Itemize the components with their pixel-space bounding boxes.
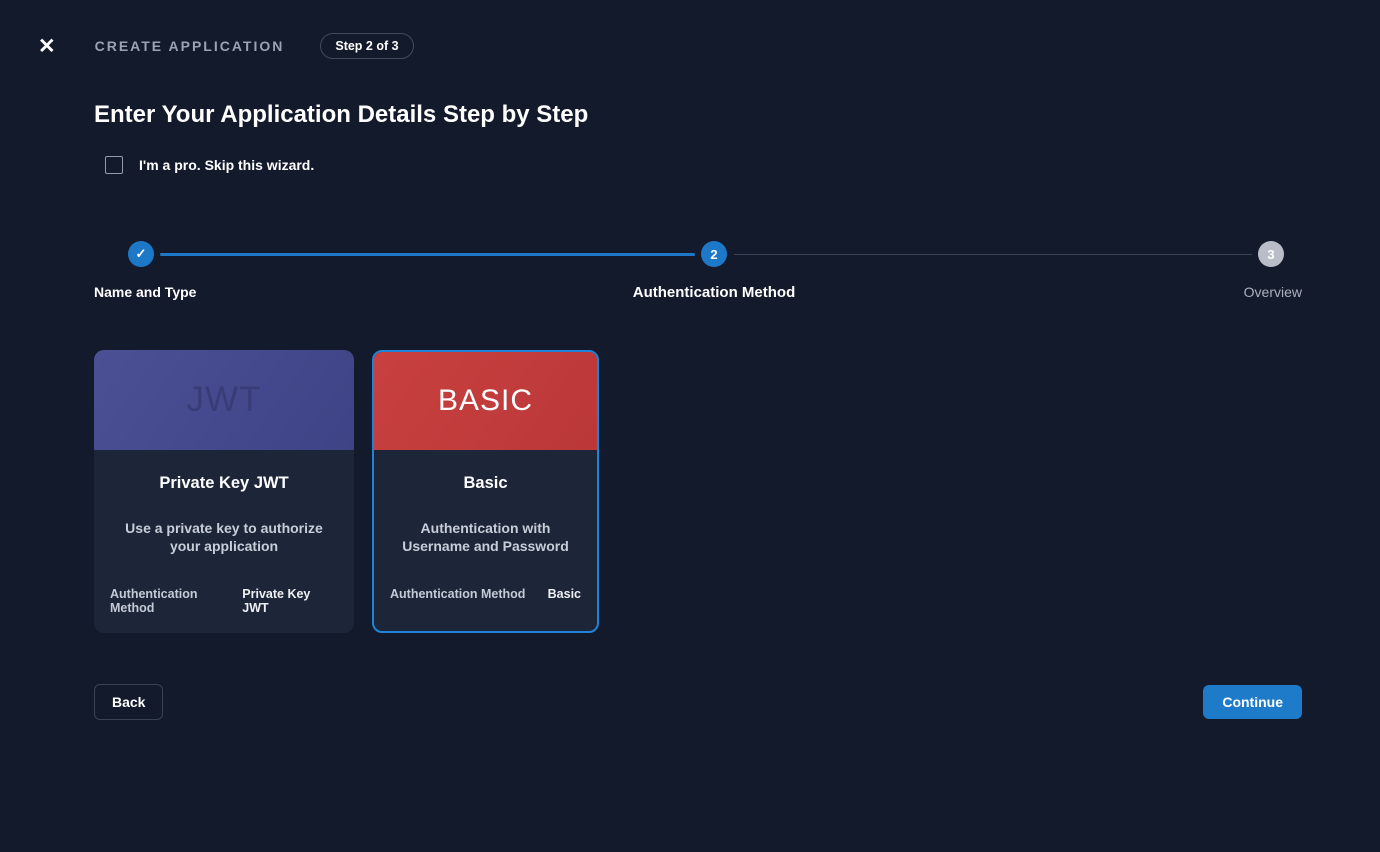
step-circle-overview[interactable]: 3 xyxy=(1258,241,1284,267)
wizard-stepper: ✓ 2 3 Name and Type Authentication Metho… xyxy=(94,241,1302,313)
step-number: 3 xyxy=(1267,247,1274,262)
skip-wizard-row: I'm a pro. Skip this wizard. xyxy=(105,156,314,174)
back-button[interactable]: Back xyxy=(94,684,163,720)
card-private-key-jwt[interactable]: JWT Private Key JWT Use a private key to… xyxy=(94,350,354,633)
wizard-header: ✕ CREATE APPLICATION Step 2 of 3 xyxy=(38,32,1302,60)
skip-wizard-label: I'm a pro. Skip this wizard. xyxy=(139,157,314,173)
card-title: Basic xyxy=(374,474,597,493)
step-circle-name-and-type[interactable]: ✓ xyxy=(128,241,154,267)
basic-banner: BASIC xyxy=(374,352,597,450)
card-description: Use a private key to authorize your appl… xyxy=(94,519,354,555)
jwt-banner: JWT xyxy=(94,350,354,450)
card-basic-selected[interactable]: BASIC Basic Authentication with Username… xyxy=(372,350,599,633)
close-icon[interactable]: ✕ xyxy=(38,36,56,57)
meta-label: Authentication Method xyxy=(390,587,525,601)
auth-method-cards: JWT Private Key JWT Use a private key to… xyxy=(94,350,599,633)
step-label-authentication-method: Authentication Method xyxy=(633,284,795,301)
step-number: 2 xyxy=(710,247,717,262)
continue-button[interactable]: Continue xyxy=(1203,685,1302,719)
step-label-overview: Overview xyxy=(1244,284,1302,300)
skip-wizard-checkbox[interactable] xyxy=(105,156,123,174)
jwt-banner-text: JWT xyxy=(187,380,262,420)
stepper-connector-completed xyxy=(160,253,695,256)
step-label-name-and-type: Name and Type xyxy=(94,284,196,300)
step-badge: Step 2 of 3 xyxy=(320,33,413,59)
wizard-title: CREATE APPLICATION xyxy=(95,38,285,54)
card-meta-row: Authentication Method Basic xyxy=(374,587,597,601)
check-icon: ✓ xyxy=(136,246,147,262)
meta-label: Authentication Method xyxy=(110,587,242,615)
meta-value: Basic xyxy=(548,587,581,601)
card-meta-row: Authentication Method Private Key JWT xyxy=(94,587,354,615)
basic-banner-text: BASIC xyxy=(438,384,533,418)
card-title: Private Key JWT xyxy=(94,474,354,493)
meta-value: Private Key JWT xyxy=(242,587,338,615)
wizard-footer: Back Continue xyxy=(94,684,1302,720)
step-circle-authentication-method[interactable]: 2 xyxy=(701,241,727,267)
page-title: Enter Your Application Details Step by S… xyxy=(94,101,588,129)
stepper-connector-upcoming xyxy=(734,254,1252,255)
card-description: Authentication with Username and Passwor… xyxy=(374,519,597,555)
